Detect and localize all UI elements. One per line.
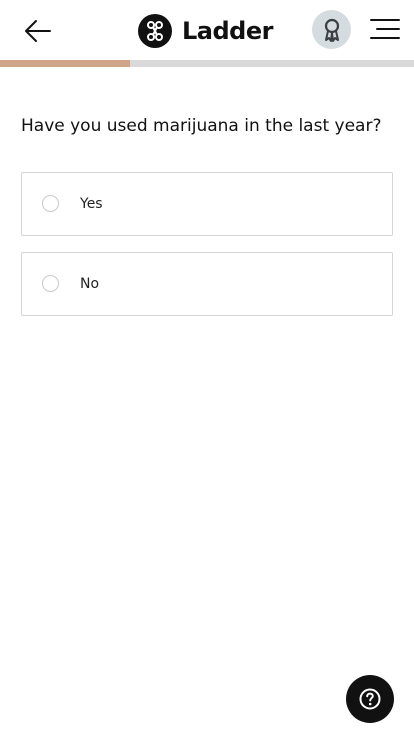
option-no[interactable]: No (21, 252, 393, 316)
progress-bar (0, 60, 414, 67)
ladder-logo-icon (138, 14, 172, 48)
help-question-icon (359, 688, 381, 710)
arrow-left-icon (25, 20, 51, 42)
question-text: Have you used marijuana in the last year… (21, 116, 382, 136)
progress-fill (0, 60, 131, 67)
radio-yes[interactable] (42, 195, 59, 212)
back-button[interactable] (20, 14, 56, 48)
hamburger-menu-icon (370, 19, 400, 39)
header: Ladder (0, 0, 414, 60)
logo[interactable]: Ladder (138, 13, 273, 49)
option-yes-label: Yes (80, 196, 103, 212)
award-ribbon-icon (324, 18, 339, 42)
award-button[interactable] (312, 10, 351, 49)
option-no-label: No (80, 276, 100, 292)
radio-no[interactable] (42, 275, 59, 292)
logo-text: Ladder (182, 17, 273, 45)
menu-button[interactable] (369, 16, 401, 42)
option-yes[interactable]: Yes (21, 172, 393, 236)
screen: Ladder Have you used marijuana in the la… (0, 0, 414, 736)
help-button[interactable] (346, 675, 394, 723)
